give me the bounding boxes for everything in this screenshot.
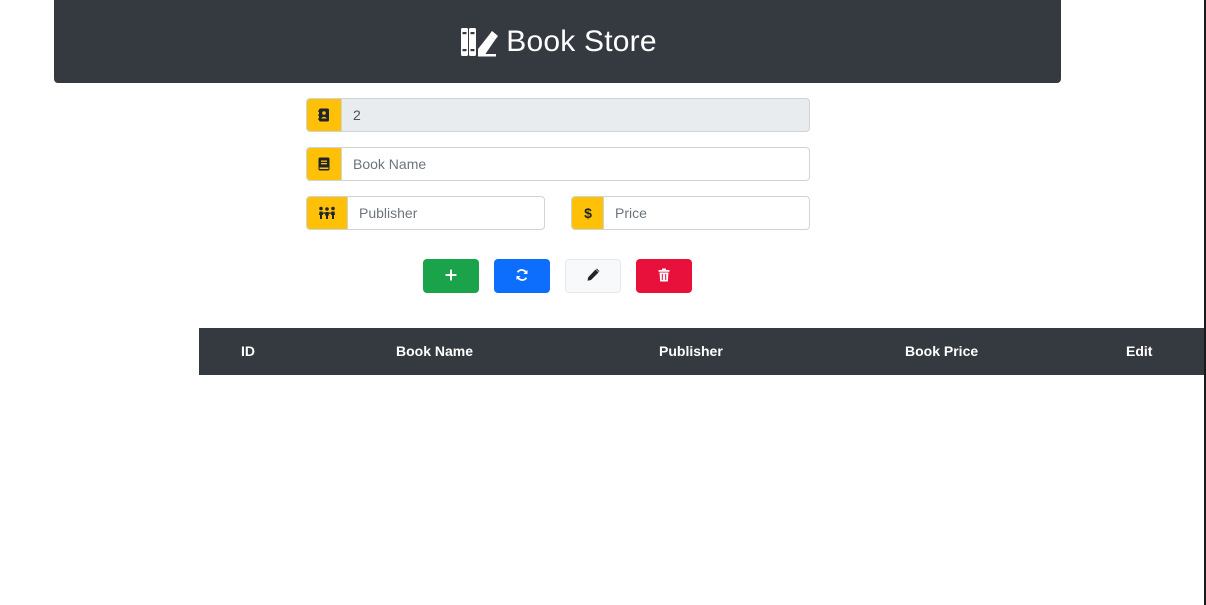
plus-icon: [445, 269, 457, 284]
book-id-field: [306, 98, 810, 132]
book-name-input[interactable]: [342, 148, 809, 180]
contact-book-icon: [307, 99, 342, 131]
books-table-header: ID Book Name Publisher Book Price Edit: [199, 328, 1206, 375]
column-header-book-price: Book Price: [905, 343, 979, 359]
add-book-button[interactable]: [423, 259, 479, 293]
people-icon: [307, 197, 348, 229]
book-icon: [307, 148, 342, 180]
publisher-field[interactable]: [306, 196, 545, 230]
price-input[interactable]: [604, 197, 809, 229]
column-header-book-name: Book Name: [396, 343, 474, 359]
column-header-edit: Edit: [1126, 343, 1153, 359]
edit-button[interactable]: [565, 259, 621, 293]
book-id-input: [342, 99, 809, 131]
refresh-button[interactable]: [494, 259, 550, 293]
book-store-icon: [458, 25, 499, 59]
app-header: Book Store: [54, 0, 1061, 83]
column-header-publisher: Publisher: [659, 343, 723, 359]
publisher-input[interactable]: [348, 197, 544, 229]
svg-text:$: $: [584, 206, 592, 220]
pen-icon: [586, 268, 600, 285]
refresh-icon: [515, 268, 529, 285]
book-name-field[interactable]: [306, 147, 810, 181]
app-title: Book Store: [506, 24, 657, 58]
column-header-id: ID: [241, 343, 255, 359]
price-field[interactable]: $: [571, 196, 810, 230]
delete-button[interactable]: [636, 259, 692, 293]
trash-icon: [658, 268, 670, 285]
dollar-icon: $: [572, 197, 604, 229]
